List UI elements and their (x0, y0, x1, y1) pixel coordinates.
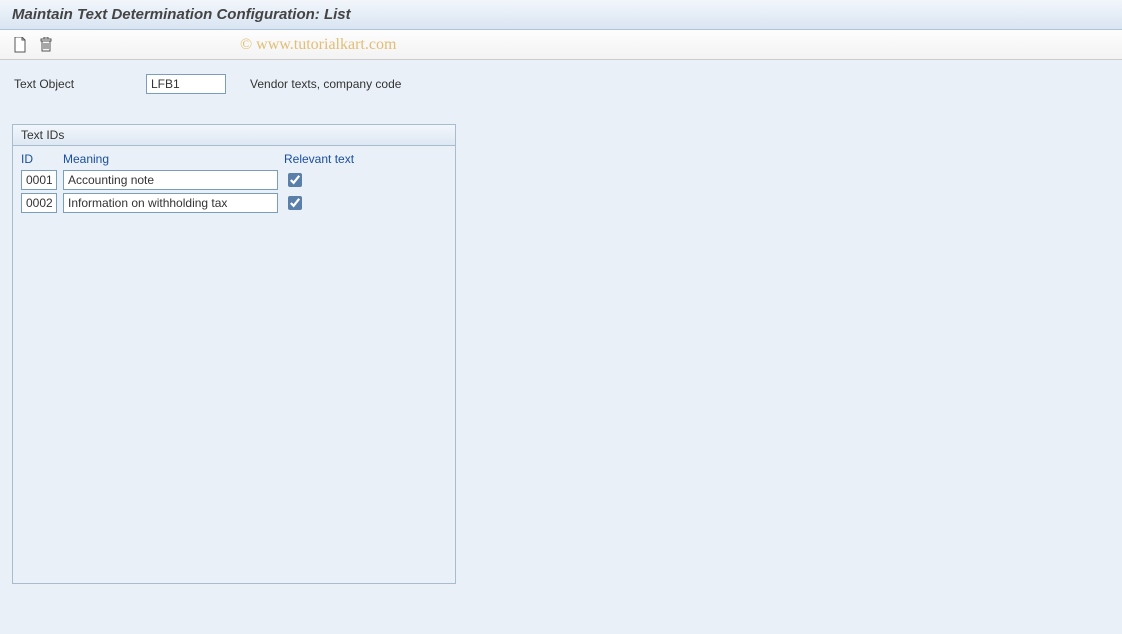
title-bar: Maintain Text Determination Configuratio… (0, 0, 1122, 30)
page-icon (13, 37, 27, 53)
panel-title: Text IDs (13, 125, 455, 146)
trash-icon (39, 37, 53, 53)
meaning-input[interactable] (63, 193, 278, 213)
text-object-label: Text Object (12, 77, 132, 91)
col-header-meaning: Meaning (63, 152, 278, 166)
id-input[interactable] (21, 170, 57, 190)
watermark: © www.tutorialkart.com (240, 36, 396, 54)
grid-header: ID Meaning Relevant text (21, 152, 447, 166)
text-ids-panel: Text IDs ID Meaning Relevant text (12, 124, 456, 584)
meaning-input[interactable] (63, 170, 278, 190)
col-header-id: ID (21, 152, 57, 166)
table-row (21, 170, 447, 190)
text-object-description: Vendor texts, company code (250, 77, 401, 91)
col-header-relevant: Relevant text (284, 152, 374, 166)
panel-body: ID Meaning Relevant text (13, 146, 455, 583)
relevant-checkbox[interactable] (288, 196, 302, 210)
create-button[interactable] (10, 35, 30, 55)
id-input[interactable] (21, 193, 57, 213)
text-object-input[interactable] (146, 74, 226, 94)
page-title: Maintain Text Determination Configuratio… (12, 6, 351, 23)
table-row (21, 193, 447, 213)
text-object-row: Text Object Vendor texts, company code (12, 74, 1110, 94)
relevant-checkbox[interactable] (288, 173, 302, 187)
content-area: Text Object Vendor texts, company code T… (0, 60, 1122, 634)
delete-button[interactable] (36, 35, 56, 55)
toolbar: © www.tutorialkart.com (0, 30, 1122, 60)
